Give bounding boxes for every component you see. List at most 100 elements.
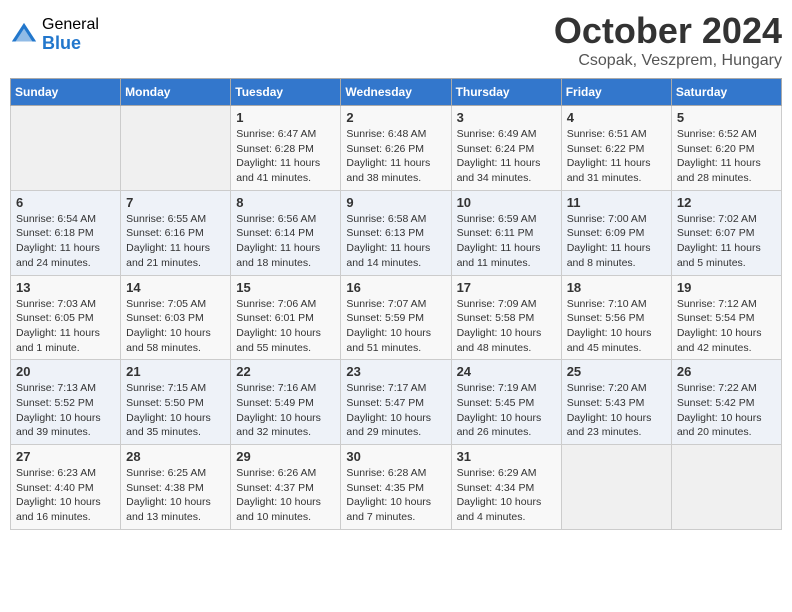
day-info: Sunrise: 6:26 AMSunset: 4:37 PMDaylight:… <box>236 466 335 525</box>
day-number: 5 <box>677 110 776 125</box>
day-number: 27 <box>16 449 115 464</box>
table-row: 12 Sunrise: 7:02 AMSunset: 6:07 PMDayligh… <box>671 190 781 275</box>
col-thursday: Thursday <box>451 79 561 106</box>
table-row: 15Sunrise: 7:06 AMSunset: 6:01 PMDayligh… <box>231 275 341 360</box>
logo-icon <box>10 21 38 49</box>
day-info: Sunrise: 7:19 AMSunset: 5:45 PMDaylight:… <box>457 381 556 440</box>
day-info: Sunrise: 6:47 AMSunset: 6:28 PMDaylight:… <box>236 127 335 186</box>
day-number: 30 <box>346 449 445 464</box>
calendar-header-row: Sunday Monday Tuesday Wednesday Thursday… <box>11 79 782 106</box>
day-number: 8 <box>236 195 335 210</box>
day-number: 25 <box>567 364 666 379</box>
calendar-week-row: 13 Sunrise: 7:03 AMSunset: 6:05 PMDayligh… <box>11 275 782 360</box>
day-info: Sunrise: 6:49 AMSunset: 6:24 PMDaylight:… <box>457 127 556 186</box>
table-row: 5 Sunrise: 6:52 AMSunset: 6:20 PMDaylight… <box>671 106 781 191</box>
day-info: Sunrise: 6:48 AMSunset: 6:26 PMDaylight:… <box>346 127 445 186</box>
table-row: 18 Sunrise: 7:10 AMSunset: 5:56 PMDayligh… <box>561 275 671 360</box>
day-info: Sunrise: 6:56 AMSunset: 6:14 PMDaylight:… <box>236 212 335 271</box>
day-number: 21 <box>126 364 225 379</box>
day-number: 17 <box>457 280 556 295</box>
logo-general: General <box>42 16 99 34</box>
table-row: 24 Sunrise: 7:19 AMSunset: 5:45 PMDayligh… <box>451 360 561 445</box>
day-info: Sunrise: 6:23 AMSunset: 4:40 PMDaylight:… <box>16 466 115 525</box>
day-info: Sunrise: 6:52 AMSunset: 6:20 PMDaylight:… <box>677 127 776 186</box>
table-row: 19 Sunrise: 7:12 AMSunset: 5:54 PMDayligh… <box>671 275 781 360</box>
day-number: 23 <box>346 364 445 379</box>
table-row <box>11 106 121 191</box>
day-info: Sunrise: 7:03 AMSunset: 6:05 PMDaylight:… <box>16 297 115 356</box>
title-section: October 2024 Csopak, Veszprem, Hungary <box>554 10 782 70</box>
day-number: 26 <box>677 364 776 379</box>
day-number: 24 <box>457 364 556 379</box>
table-row: 9Sunrise: 6:58 AMSunset: 6:13 PMDaylight… <box>341 190 451 275</box>
table-row <box>671 445 781 530</box>
table-row: 10 Sunrise: 6:59 AMSunset: 6:11 PMDayligh… <box>451 190 561 275</box>
day-info: Sunrise: 7:07 AMSunset: 5:59 PMDaylight:… <box>346 297 445 356</box>
table-row: 11 Sunrise: 7:00 AMSunset: 6:09 PMDayligh… <box>561 190 671 275</box>
logo: General Blue <box>10 16 99 53</box>
day-number: 14 <box>126 280 225 295</box>
calendar-week-row: 1 Sunrise: 6:47 AMSunset: 6:28 PMDaylight… <box>11 106 782 191</box>
table-row: 16Sunrise: 7:07 AMSunset: 5:59 PMDayligh… <box>341 275 451 360</box>
day-info: Sunrise: 7:17 AMSunset: 5:47 PMDaylight:… <box>346 381 445 440</box>
day-number: 29 <box>236 449 335 464</box>
day-number: 22 <box>236 364 335 379</box>
table-row: 28 Sunrise: 6:25 AMSunset: 4:38 PMDayligh… <box>121 445 231 530</box>
day-number: 12 <box>677 195 776 210</box>
day-info: Sunrise: 7:02 AMSunset: 6:07 PMDaylight:… <box>677 212 776 271</box>
month-title: October 2024 <box>554 10 782 52</box>
day-info: Sunrise: 7:09 AMSunset: 5:58 PMDaylight:… <box>457 297 556 356</box>
table-row: 13 Sunrise: 7:03 AMSunset: 6:05 PMDayligh… <box>11 275 121 360</box>
table-row: 26Sunrise: 7:22 AMSunset: 5:42 PMDayligh… <box>671 360 781 445</box>
logo-text: General Blue <box>42 16 99 53</box>
day-number: 19 <box>677 280 776 295</box>
page-header: General Blue October 2024 Csopak, Veszpr… <box>10 10 782 70</box>
col-tuesday: Tuesday <box>231 79 341 106</box>
location-subtitle: Csopak, Veszprem, Hungary <box>554 52 782 70</box>
day-info: Sunrise: 7:10 AMSunset: 5:56 PMDaylight:… <box>567 297 666 356</box>
day-info: Sunrise: 7:06 AMSunset: 6:01 PMDaylight:… <box>236 297 335 356</box>
day-number: 31 <box>457 449 556 464</box>
table-row: 8 Sunrise: 6:56 AMSunset: 6:14 PMDaylight… <box>231 190 341 275</box>
table-row: 14 Sunrise: 7:05 AMSunset: 6:03 PMDayligh… <box>121 275 231 360</box>
day-info: Sunrise: 6:28 AMSunset: 4:35 PMDaylight:… <box>346 466 445 525</box>
day-number: 10 <box>457 195 556 210</box>
table-row: 31 Sunrise: 6:29 AMSunset: 4:34 PMDayligh… <box>451 445 561 530</box>
day-number: 20 <box>16 364 115 379</box>
day-info: Sunrise: 7:00 AMSunset: 6:09 PMDaylight:… <box>567 212 666 271</box>
day-number: 28 <box>126 449 225 464</box>
calendar-week-row: 20 Sunrise: 7:13 AMSunset: 5:52 PMDayligh… <box>11 360 782 445</box>
day-number: 13 <box>16 280 115 295</box>
day-info: Sunrise: 7:13 AMSunset: 5:52 PMDaylight:… <box>16 381 115 440</box>
logo-blue: Blue <box>42 34 99 54</box>
col-monday: Monday <box>121 79 231 106</box>
calendar-week-row: 6Sunrise: 6:54 AMSunset: 6:18 PMDaylight… <box>11 190 782 275</box>
day-info: Sunrise: 7:05 AMSunset: 6:03 PMDaylight:… <box>126 297 225 356</box>
day-info: Sunrise: 6:55 AMSunset: 6:16 PMDaylight:… <box>126 212 225 271</box>
col-saturday: Saturday <box>671 79 781 106</box>
day-info: Sunrise: 7:16 AMSunset: 5:49 PMDaylight:… <box>236 381 335 440</box>
day-info: Sunrise: 6:59 AMSunset: 6:11 PMDaylight:… <box>457 212 556 271</box>
day-number: 7 <box>126 195 225 210</box>
day-number: 2 <box>346 110 445 125</box>
table-row: 29 Sunrise: 6:26 AMSunset: 4:37 PMDayligh… <box>231 445 341 530</box>
day-number: 18 <box>567 280 666 295</box>
day-info: Sunrise: 6:54 AMSunset: 6:18 PMDaylight:… <box>16 212 115 271</box>
day-number: 1 <box>236 110 335 125</box>
day-info: Sunrise: 6:51 AMSunset: 6:22 PMDaylight:… <box>567 127 666 186</box>
day-info: Sunrise: 6:25 AMSunset: 4:38 PMDaylight:… <box>126 466 225 525</box>
table-row: 7 Sunrise: 6:55 AMSunset: 6:16 PMDaylight… <box>121 190 231 275</box>
day-number: 11 <box>567 195 666 210</box>
table-row: 30 Sunrise: 6:28 AMSunset: 4:35 PMDayligh… <box>341 445 451 530</box>
table-row <box>121 106 231 191</box>
day-info: Sunrise: 6:29 AMSunset: 4:34 PMDaylight:… <box>457 466 556 525</box>
col-friday: Friday <box>561 79 671 106</box>
col-wednesday: Wednesday <box>341 79 451 106</box>
day-number: 9 <box>346 195 445 210</box>
table-row: 27 Sunrise: 6:23 AMSunset: 4:40 PMDayligh… <box>11 445 121 530</box>
table-row: 25Sunrise: 7:20 AMSunset: 5:43 PMDayligh… <box>561 360 671 445</box>
calendar-table: Sunday Monday Tuesday Wednesday Thursday… <box>10 78 782 530</box>
col-sunday: Sunday <box>11 79 121 106</box>
day-info: Sunrise: 7:12 AMSunset: 5:54 PMDaylight:… <box>677 297 776 356</box>
table-row: 1 Sunrise: 6:47 AMSunset: 6:28 PMDaylight… <box>231 106 341 191</box>
